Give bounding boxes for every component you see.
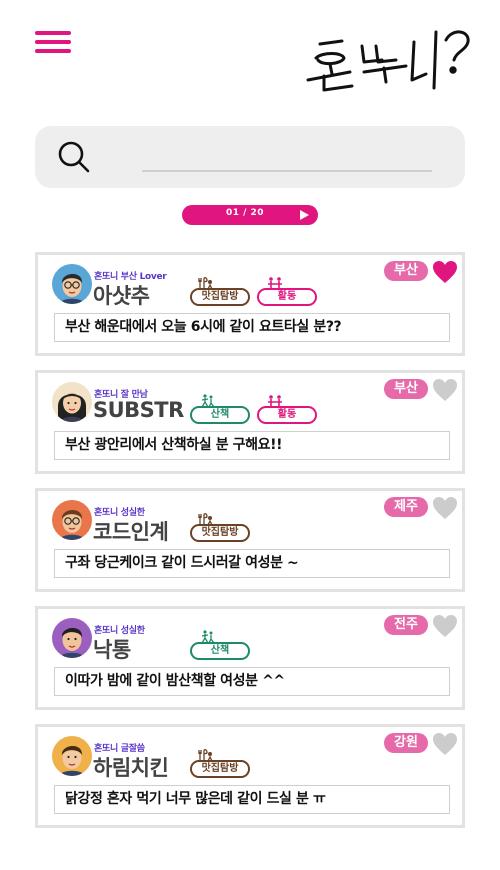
search-icon[interactable]: [57, 140, 91, 174]
search-underline: [142, 170, 432, 172]
menu-hamburger-icon[interactable]: [35, 31, 71, 53]
heart-icon[interactable]: [432, 260, 458, 284]
region-badge[interactable]: 강원: [384, 733, 428, 753]
walking-icon: [200, 629, 216, 644]
category-badge[interactable]: 활동: [257, 288, 317, 306]
user-avatar[interactable]: [52, 264, 92, 304]
username[interactable]: 낙통: [93, 634, 131, 664]
dining-icon: [198, 511, 214, 526]
category-badge[interactable]: 산책: [190, 406, 250, 424]
region-badge[interactable]: 제주: [384, 497, 428, 517]
region-badge[interactable]: 전주: [384, 615, 428, 635]
page-indicator[interactable]: 01 / 20: [182, 205, 318, 225]
heart-icon[interactable]: [432, 378, 458, 402]
heart-icon[interactable]: [432, 732, 458, 756]
post-message[interactable]: 구좌 당근케이크 같이 드시러갈 여성분 ~: [54, 549, 450, 578]
username[interactable]: 아샷추: [93, 280, 150, 310]
user-avatar[interactable]: [52, 500, 92, 540]
username[interactable]: 코드인계: [93, 516, 169, 546]
play-next-icon[interactable]: [300, 210, 309, 220]
category-badge[interactable]: 활동: [257, 406, 317, 424]
post-card[interactable]: 혼또니 성실한 코드인계 맛집탐방 제주 구좌 당근케이크 같이 드시러갈 여성…: [35, 488, 465, 592]
user-avatar[interactable]: [52, 618, 92, 658]
walking-icon: [200, 393, 216, 408]
page-indicator-label: 01 / 20: [225, 208, 265, 218]
activity-icon: [267, 393, 283, 407]
search-bar[interactable]: [35, 126, 465, 188]
category-badge[interactable]: 맛집탐방: [190, 760, 250, 778]
search-input[interactable]: [142, 140, 432, 168]
dining-icon: [198, 275, 214, 290]
post-card[interactable]: 혼또니 부산 Lover 아샷추 맛집탐방 활동 부산 부산 해운대에서 오늘 …: [35, 252, 465, 356]
user-avatar[interactable]: [52, 736, 92, 776]
activity-icon: [267, 275, 283, 289]
region-badge[interactable]: 부산: [384, 379, 428, 399]
category-badge[interactable]: 맛집탐방: [190, 524, 250, 542]
category-badge[interactable]: 맛집탐방: [190, 288, 250, 306]
heart-icon[interactable]: [432, 614, 458, 638]
post-card[interactable]: 혼또니 성실한 낙통 산책 전주 이따가 밤에 같이 밤산책할 여성분 ^^: [35, 606, 465, 710]
user-avatar[interactable]: [52, 382, 92, 422]
category-badge[interactable]: 산책: [190, 642, 250, 660]
username[interactable]: 하림치킨: [93, 752, 169, 782]
post-card[interactable]: 혼또니 글잘씀 하림치킨 맛집탐방 강원 닭강정 혼자 먹기 너무 많은데 같이…: [35, 724, 465, 828]
post-message[interactable]: 닭강정 혼자 먹기 너무 많은데 같이 드실 분 ㅠ: [54, 785, 450, 814]
post-card[interactable]: 혼또니 잘 만남 SUBSTR 산책 활동 부산 부산 광안리에서 산책하실 분…: [35, 370, 465, 474]
username[interactable]: SUBSTR: [93, 398, 184, 422]
heart-icon[interactable]: [432, 496, 458, 520]
post-message[interactable]: 부산 해운대에서 오늘 6시에 같이 요트타실 분??: [54, 313, 450, 342]
region-badge[interactable]: 부산: [384, 261, 428, 281]
post-message[interactable]: 이따가 밤에 같이 밤산책할 여성분 ^^: [54, 667, 450, 696]
app-logo: [302, 22, 474, 98]
dining-icon: [198, 747, 214, 762]
post-message[interactable]: 부산 광안리에서 산책하실 분 구해요!!: [54, 431, 450, 460]
